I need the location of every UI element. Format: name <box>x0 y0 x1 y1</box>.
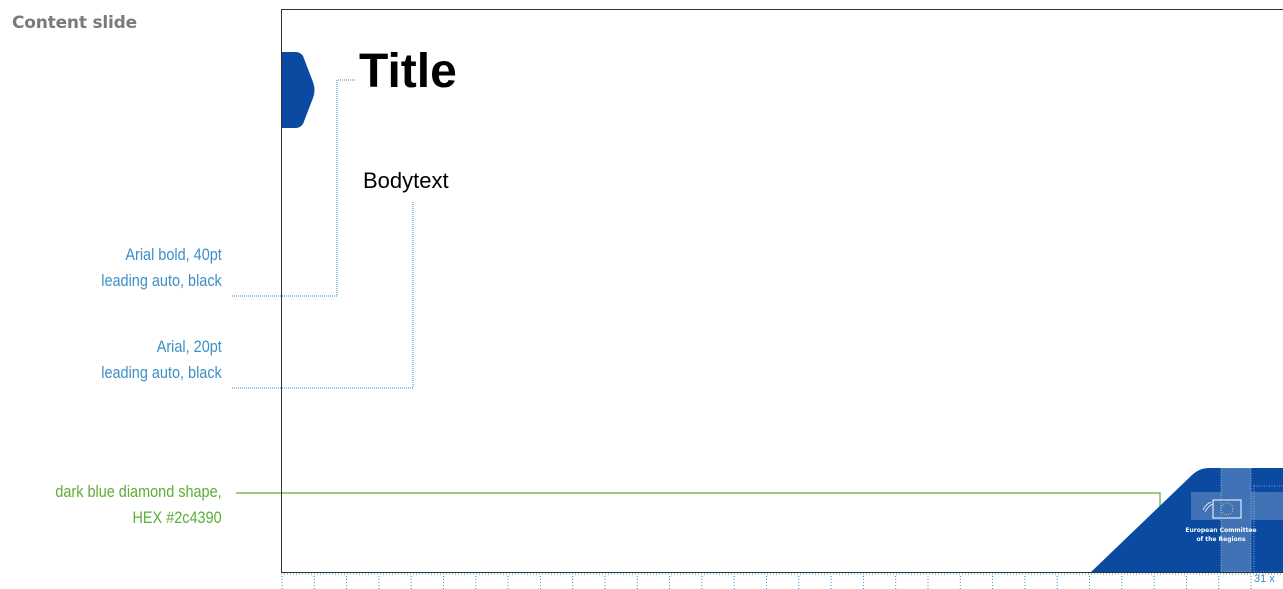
title-font-annotation: Arial bold, 40pt leading auto, black <box>101 242 222 294</box>
diamond-accent-icon <box>282 52 315 128</box>
shape-annotation-line-1: dark blue diamond shape, <box>55 482 222 501</box>
logo-text: European Committee of the Regions <box>1161 527 1281 544</box>
slide-title: Title <box>359 45 457 98</box>
title-annotation-line-2: leading auto, black <box>101 271 222 290</box>
slide-bodytext: Bodytext <box>363 168 449 193</box>
shape-annotation-line-2: HEX #2c4390 <box>132 508 222 527</box>
body-annotation-line-2: leading auto, black <box>101 363 222 382</box>
body-font-annotation: Arial, 20pt leading auto, black <box>101 334 222 386</box>
title-annotation-line-1: Arial bold, 40pt <box>125 245 222 264</box>
slide-canvas: Title Bodytext European Committee of the… <box>281 9 1283 573</box>
shape-color-annotation: dark blue diamond shape, HEX #2c4390 <box>56 479 222 531</box>
body-annotation-line-1: Arial, 20pt <box>156 337 222 356</box>
logo-line-1: European Committee <box>1185 527 1257 535</box>
diamond-logo-shape <box>1091 468 1283 572</box>
grid-badge: 31 x <box>1254 573 1275 585</box>
logo-line-2: of the Regions <box>1196 535 1246 543</box>
